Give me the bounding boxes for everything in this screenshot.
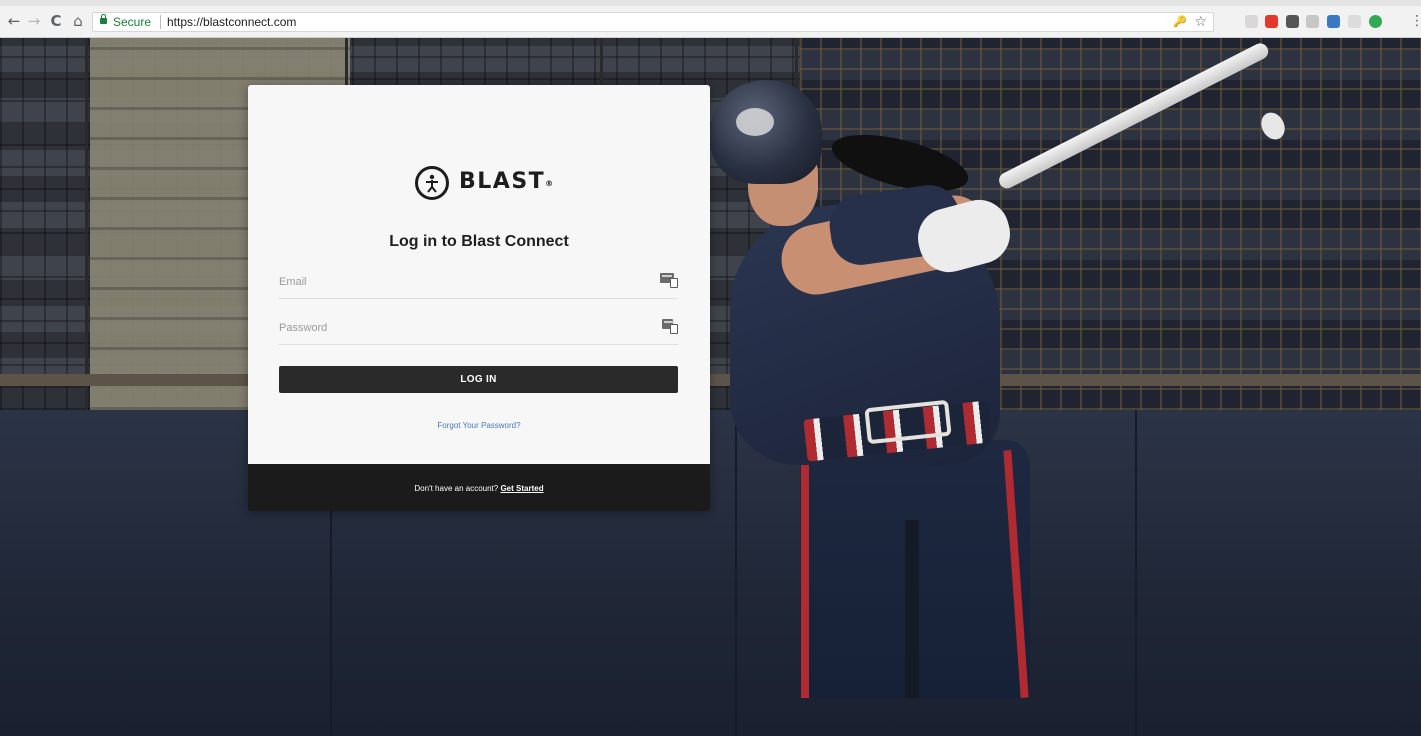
wall-seam [735, 410, 737, 736]
tab-strip [0, 0, 1421, 6]
browser-toolbar: ← → C ⌂ Secure https://blastconnect.com … [0, 0, 1421, 38]
forgot-password-link[interactable]: Forgot Your Password? [248, 421, 710, 430]
email-field [279, 265, 678, 299]
player-leg-gap [905, 520, 919, 698]
extension-icon-2[interactable] [1265, 15, 1278, 28]
login-form: BLAST® Log in to Blast Connect LOG IN Fo… [248, 85, 710, 464]
password-field [279, 311, 678, 345]
pant-stripe [801, 450, 809, 698]
reload-icon[interactable]: C [48, 13, 64, 29]
login-button[interactable]: LOG IN [279, 366, 678, 393]
lock-icon [100, 14, 107, 24]
blast-wordmark: BLAST® [459, 169, 555, 194]
fence-rail [0, 374, 1421, 386]
extension-icon-3[interactable] [1286, 15, 1299, 28]
password-manager-icon[interactable] [660, 317, 682, 335]
forward-icon[interactable]: → [26, 13, 42, 29]
page-title: Log in to Blast Connect [389, 233, 569, 250]
extension-icon-1[interactable] [1245, 15, 1258, 28]
browser-menu-icon[interactable]: ⋮ [1410, 13, 1421, 29]
outfield-wall [0, 410, 1421, 736]
extension-icon-7[interactable] [1369, 15, 1382, 28]
home-icon[interactable]: ⌂ [70, 13, 86, 29]
password-manager-icon[interactable] [660, 271, 682, 289]
extension-icon-5[interactable] [1327, 15, 1340, 28]
fence-post [85, 38, 88, 410]
signup-prompt-text: Don't have an account? [414, 484, 499, 493]
secure-label: Secure [113, 15, 152, 29]
signup-footer: Don't have an account? Get Started [248, 464, 710, 511]
bookmark-star-icon[interactable]: ☆ [1194, 13, 1207, 31]
signup-prompt: Don't have an account? Get Started [248, 484, 710, 493]
helmet-logo [736, 108, 774, 136]
extension-icon-6[interactable] [1348, 15, 1361, 28]
wall-seam [1135, 410, 1137, 736]
extension-icon-4[interactable] [1306, 15, 1319, 28]
blast-logo: BLAST® [415, 165, 553, 205]
blast-logo-icon [415, 166, 449, 200]
email-input[interactable] [279, 273, 639, 291]
back-icon[interactable]: ← [6, 13, 22, 29]
address-bar[interactable]: Secure https://blastconnect.com 🔑 ☆ [92, 12, 1214, 32]
password-input[interactable] [279, 319, 639, 337]
address-separator [160, 15, 161, 29]
get-started-link[interactable]: Get Started [500, 484, 543, 493]
login-card: BLAST® Log in to Blast Connect LOG IN Fo… [248, 85, 710, 511]
url-text[interactable]: https://blastconnect.com [167, 13, 296, 31]
key-icon[interactable]: 🔑 [1173, 13, 1187, 31]
